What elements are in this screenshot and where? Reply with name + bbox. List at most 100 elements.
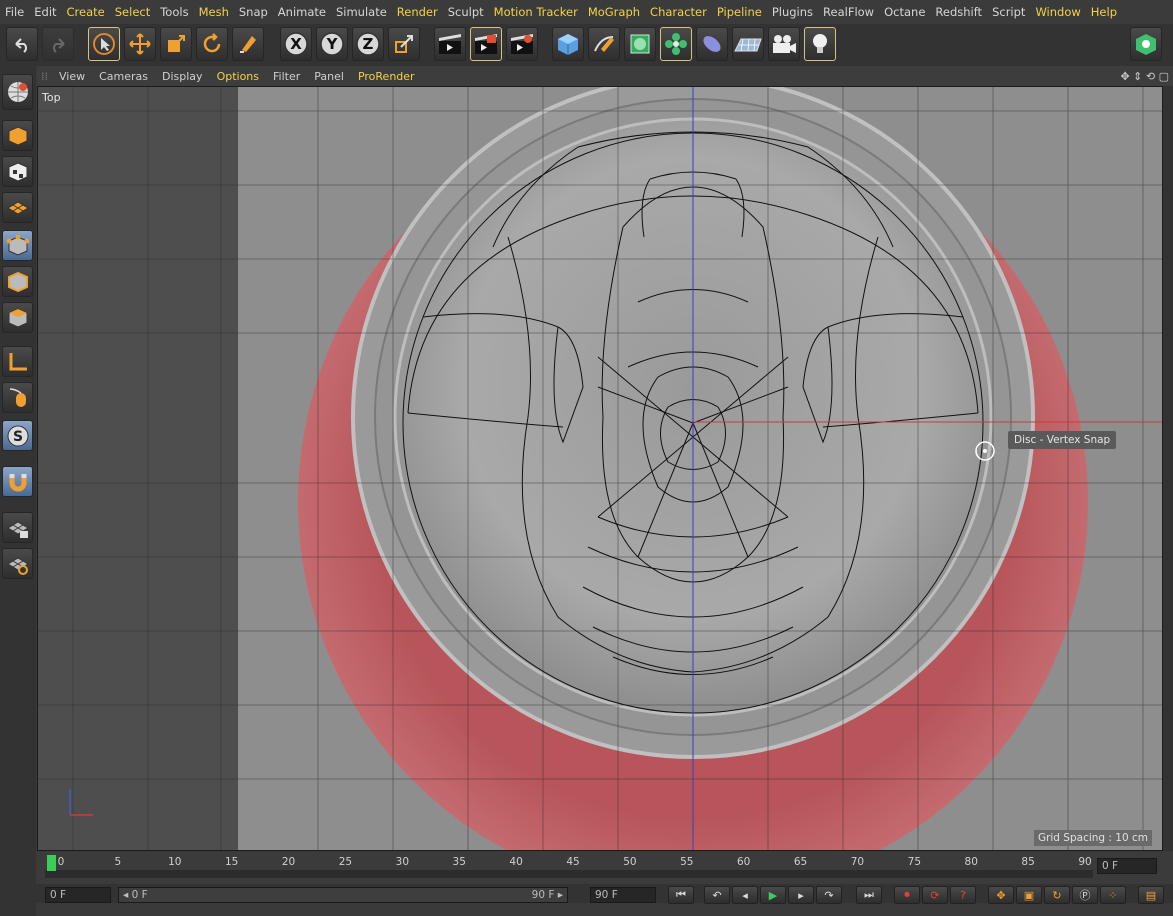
snapping-button[interactable] <box>2 466 33 497</box>
current-frame-marker[interactable] <box>47 855 56 871</box>
timeline-tick-label: 50 <box>623 856 637 868</box>
frame-range-slider[interactable]: ◂ 0 F 90 F ▸ <box>118 887 568 903</box>
polygons-mode-button[interactable] <box>2 302 33 333</box>
menu-plugins[interactable]: Plugins <box>767 5 818 19</box>
next-frame-icon: ▸ <box>798 888 804 902</box>
key-parameter-button[interactable]: Ⓟ <box>1072 886 1098 904</box>
planar-workplane-button[interactable] <box>2 548 33 579</box>
render-view-button[interactable] <box>434 27 466 61</box>
previous-key-button[interactable]: ↶ <box>704 886 730 904</box>
record-button[interactable]: ⏺ <box>894 886 920 904</box>
timeline-window-button[interactable]: ▤ <box>1138 886 1164 904</box>
start-frame-field[interactable]: 0 F <box>45 887 111 903</box>
key-rotation-button[interactable]: ↻ <box>1044 886 1070 904</box>
redo-button[interactable] <box>42 27 74 61</box>
autokey-icon: ⟳ <box>930 888 940 902</box>
viewport-menu-prorender[interactable]: ProRender <box>351 70 422 83</box>
render-picture-viewer-button[interactable] <box>470 27 502 61</box>
menu-realflow[interactable]: RealFlow <box>818 5 879 19</box>
menu-pipeline[interactable]: Pipeline <box>712 5 767 19</box>
viewport-grip-icon: ⁞⁞ <box>41 69 48 83</box>
keyframe-selection-button[interactable]: ? <box>950 886 976 904</box>
next-key-button[interactable]: ↷ <box>816 886 842 904</box>
menu-mograph[interactable]: MoGraph <box>583 5 645 19</box>
timeline[interactable]: 0 5 10 15 20 25 30 35 40 45 50 55 60 65 70 75 80 85 90 0 F <box>37 852 1173 884</box>
camera-icon <box>773 35 796 53</box>
menu-tools[interactable]: Tools <box>155 5 193 19</box>
viewport-menu-panel[interactable]: Panel <box>307 70 351 83</box>
go-to-end-button[interactable]: ⏭ <box>856 886 882 904</box>
menu-character[interactable]: Character <box>645 5 712 19</box>
menu-create[interactable]: Create <box>62 5 110 19</box>
menu-snap[interactable]: Snap <box>234 5 273 19</box>
pen-spline-button[interactable] <box>588 27 620 61</box>
menu-animate[interactable]: Animate <box>273 5 331 19</box>
next-frame-button[interactable]: ▸ <box>788 886 814 904</box>
end-frame-field[interactable]: 90 F <box>590 887 656 903</box>
menu-render[interactable]: Render <box>392 5 443 19</box>
texture-mode-button[interactable] <box>2 156 33 187</box>
points-mode-button[interactable] <box>2 230 33 261</box>
menu-mesh[interactable]: Mesh <box>194 5 234 19</box>
light-button[interactable] <box>804 27 836 61</box>
layout-button[interactable] <box>1130 27 1162 61</box>
timeline-bar[interactable] <box>45 870 1093 878</box>
scale-tool-button[interactable] <box>160 27 192 61</box>
viewport-menu-cameras[interactable]: Cameras <box>92 70 155 83</box>
rotate-tool-button[interactable] <box>196 27 228 61</box>
menu-motion-tracker[interactable]: Motion Tracker <box>489 5 583 19</box>
select-tool-button[interactable] <box>88 27 120 61</box>
viewport-menu: ⁞⁞ View Cameras Display Options Filter Panel P… <box>37 66 1173 86</box>
play-button[interactable]: ▶ <box>760 886 786 904</box>
undo-button[interactable] <box>6 27 38 61</box>
viewport-menu-display[interactable]: Display <box>155 70 210 83</box>
floor-button[interactable] <box>732 27 764 61</box>
menu-simulate[interactable]: Simulate <box>331 5 392 19</box>
coordinate-system-button[interactable] <box>388 27 420 61</box>
menu-help[interactable]: Help <box>1086 5 1122 19</box>
make-editable-button[interactable] <box>2 74 33 110</box>
edges-mode-button[interactable] <box>2 266 33 297</box>
subdivision-button[interactable] <box>624 27 656 61</box>
previous-frame-button[interactable]: ◂ <box>732 886 758 904</box>
array-button[interactable] <box>660 27 692 61</box>
key-position-button[interactable]: ✥ <box>988 886 1014 904</box>
menu-edit[interactable]: Edit <box>29 5 61 19</box>
transport-bar: 0 F ◂ 0 F 90 F ▸ 90 F ⏮ ↶ ◂ ▶ ▸ ↷ ⏭ ⏺ ⟳ … <box>0 884 1173 904</box>
film-icon: ▤ <box>1145 888 1157 902</box>
cube-button[interactable] <box>552 27 584 61</box>
locked-workplane-button[interactable] <box>2 512 33 543</box>
axis-x-button[interactable]: X <box>280 27 312 61</box>
workplane-mode-button[interactable] <box>2 192 33 223</box>
axis-mode-button[interactable] <box>2 346 33 377</box>
viewport-menu-view[interactable]: View <box>52 70 92 83</box>
axis-z-button[interactable]: Z <box>352 27 384 61</box>
tweak-mode-button[interactable] <box>2 382 33 413</box>
viewport-scrollbar[interactable] <box>1163 86 1173 851</box>
render-settings-button[interactable] <box>506 27 538 61</box>
axis-y-button[interactable]: Y <box>316 27 348 61</box>
go-to-start-button[interactable]: ⏮ <box>668 886 694 904</box>
menu-select[interactable]: Select <box>110 5 155 19</box>
current-frame-field[interactable]: 0 F <box>1097 858 1157 874</box>
menu-redshift[interactable]: Redshift <box>930 5 987 19</box>
deformer-button[interactable] <box>696 27 728 61</box>
solo-mode-button[interactable]: S <box>2 420 33 451</box>
move-tool-button[interactable] <box>124 27 156 61</box>
viewport-top[interactable]: Top Disc - Vertex Snap Grid Spacing : 10… <box>37 86 1163 851</box>
menu-window[interactable]: Window <box>1030 5 1085 19</box>
menu-octane[interactable]: Octane <box>879 5 930 19</box>
menu-script[interactable]: Script <box>987 5 1030 19</box>
camera-button[interactable] <box>768 27 800 61</box>
viewport-menu-filter[interactable]: Filter <box>266 70 307 83</box>
key-pla-button[interactable]: ⁘ <box>1100 886 1126 904</box>
autokey-button[interactable]: ⟳ <box>922 886 948 904</box>
key-scale-button[interactable]: ▣ <box>1016 886 1042 904</box>
move-icon <box>129 33 151 55</box>
viewport-menu-options[interactable]: Options <box>210 70 266 83</box>
menu-file[interactable]: File <box>0 5 29 19</box>
menu-sculpt[interactable]: Sculpt <box>443 5 489 19</box>
viewport-nav-icons[interactable]: ✥ ⇕ ⟲ ▢ <box>1120 70 1169 83</box>
model-mode-button[interactable] <box>2 120 33 151</box>
live-select-button[interactable] <box>232 27 264 61</box>
